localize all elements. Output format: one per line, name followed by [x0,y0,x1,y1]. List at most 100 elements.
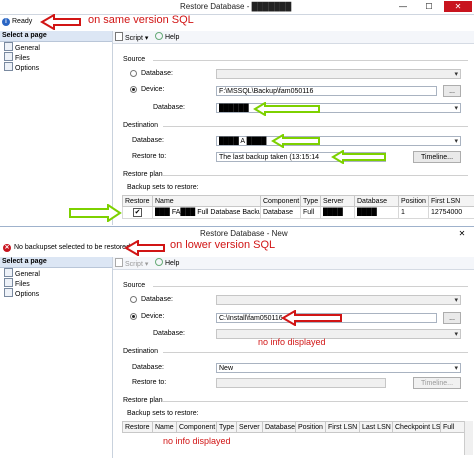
top-help-label: Help [165,34,180,41]
top-page-options[interactable]: Options [0,62,112,72]
error-icon: ✕ [3,244,11,252]
bottom-help-label: Help [165,260,180,267]
top-restore-plan-header: Restore plan [123,171,163,178]
column-header[interactable]: Type [216,421,237,433]
restore-checkbox[interactable]: ✔ [133,208,142,217]
maximize-button[interactable]: ☐ [418,1,440,12]
bottom-timeline-button[interactable]: Timeline... [413,377,461,389]
minimize-button[interactable]: — [392,1,414,12]
column-header[interactable]: Restore [122,195,153,207]
bottom-restore-to-field [216,378,386,388]
bottom-red-arrow-device [281,310,342,326]
bottom-select-page-pane: Select a page General Files Options [0,257,113,458]
column-header[interactable]: Database [262,421,296,433]
table-cell: 12754000 [428,206,474,219]
column-header[interactable]: Server [320,195,355,207]
bottom-script-button[interactable]: Script ▾ [115,258,148,268]
top-browse-button[interactable]: ... [443,85,461,97]
close-button[interactable]: ✕ [452,228,472,239]
bottom-browse-button[interactable]: ... [443,312,461,324]
page-icon [4,288,13,297]
table-row[interactable]: ✔ ███ FA███ Full Database Backup Databas… [122,206,474,219]
bottom-restore-to-label: Restore to: [132,379,167,386]
bottom-device-radio[interactable] [130,313,137,320]
bottom-source-database-select[interactable] [216,295,461,306]
bottom-dest-database-select[interactable]: New [216,363,461,374]
top-source-database-label: Database: [153,104,185,111]
table-header-row: Restore Name Component Type Server Datab… [122,421,472,433]
column-header[interactable]: First LSN [428,195,474,207]
column-header[interactable]: Name [152,195,261,207]
column-header[interactable]: Position [295,421,326,433]
table-cell: 1 [398,206,429,219]
top-script-button[interactable]: Script ▾ [115,32,148,42]
bottom-database-radio[interactable] [130,296,137,303]
bottom-backup-sets-label: Backup sets to restore: [127,410,199,417]
bottom-destination-header: Destination [123,348,159,355]
page-icon [4,62,13,71]
top-title-bar: Restore Database - ███████ — ☐ ✕ [0,0,474,15]
column-header[interactable]: First LSN [325,421,360,433]
page-icon [4,278,13,287]
table-header-row: Restore Name Component Type Server Datab… [122,195,474,207]
bottom-status-text: No backupset selected to be restored. [14,244,132,251]
column-header[interactable]: Component [260,195,301,207]
top-device-radio[interactable] [130,86,137,93]
top-page-general[interactable]: General [0,42,112,52]
top-dest-database-select[interactable]: ████ A ████ [216,136,461,147]
bottom-device-radio-label: Device: [141,313,165,320]
column-header[interactable]: Last LSN [359,421,393,433]
close-button[interactable]: ✕ [444,1,472,12]
bottom-page-label: General [15,271,40,278]
top-help-button[interactable]: Help [155,32,179,42]
column-header[interactable]: Server [236,421,263,433]
bottom-script-label: Script [125,261,143,268]
table-cell: Full [300,206,321,219]
top-status-text: Ready [12,18,33,25]
bottom-page-files[interactable]: Files [0,278,112,288]
bottom-source-database-value[interactable] [216,329,461,340]
bottom-dest-database-label: Database: [132,364,164,371]
column-header[interactable]: Component [176,421,217,433]
column-header[interactable]: Checkpoint LSN [392,421,441,433]
top-green-arrow-2 [271,134,320,148]
top-source-database-select[interactable] [216,69,461,80]
column-header[interactable]: Database [354,195,399,207]
divider [163,126,468,127]
top-annotation: on same version SQL [88,14,194,26]
bottom-backup-sets-table: Restore Name Component Type Server Datab… [122,421,472,433]
top-green-arrow-1 [253,102,320,116]
table-cell: Database [260,206,301,219]
divider [153,60,468,61]
top-device-field[interactable]: F:\MSSQL\Backup\fam050116 [216,86,437,96]
bottom-toolbar: Script ▾ Help [113,257,474,270]
top-page-files[interactable]: Files [0,52,112,62]
bottom-page-options[interactable]: Options [0,288,112,298]
bottom-no-info-annotation-2: no info displayed [163,436,231,446]
top-content: Script ▾ Help Source Database: Device: F… [113,31,474,225]
bottom-source-database-label: Database: [153,330,185,337]
vertical-scrollbar[interactable] [464,421,473,455]
top-database-radio[interactable] [130,70,137,77]
column-header[interactable]: Type [300,195,321,207]
top-page-label: Options [15,65,40,72]
top-timeline-button[interactable]: Timeline... [413,151,461,163]
bottom-help-button[interactable]: Help [155,258,179,268]
bottom-page-general[interactable]: General [0,268,112,278]
bottom-pages-header: Select a page [0,257,112,268]
top-pages-header: Select a page [0,31,112,42]
script-icon [115,258,123,267]
divider [153,286,468,287]
bottom-page-label: Options [15,291,40,298]
bottom-page-label: Files [15,281,30,288]
column-header[interactable]: Position [398,195,429,207]
top-source-header: Source [123,56,146,63]
column-header[interactable]: Restore [122,421,153,433]
bottom-content: Script ▾ Help Source Database: Device: C… [113,257,474,458]
top-device-radio-label: Device: [141,86,165,93]
column-header[interactable]: Name [152,421,177,433]
divider [163,352,468,353]
restore-checkbox-cell[interactable]: ✔ [122,206,153,219]
top-status-arrow [40,14,81,30]
top-page-label: Files [15,55,30,62]
